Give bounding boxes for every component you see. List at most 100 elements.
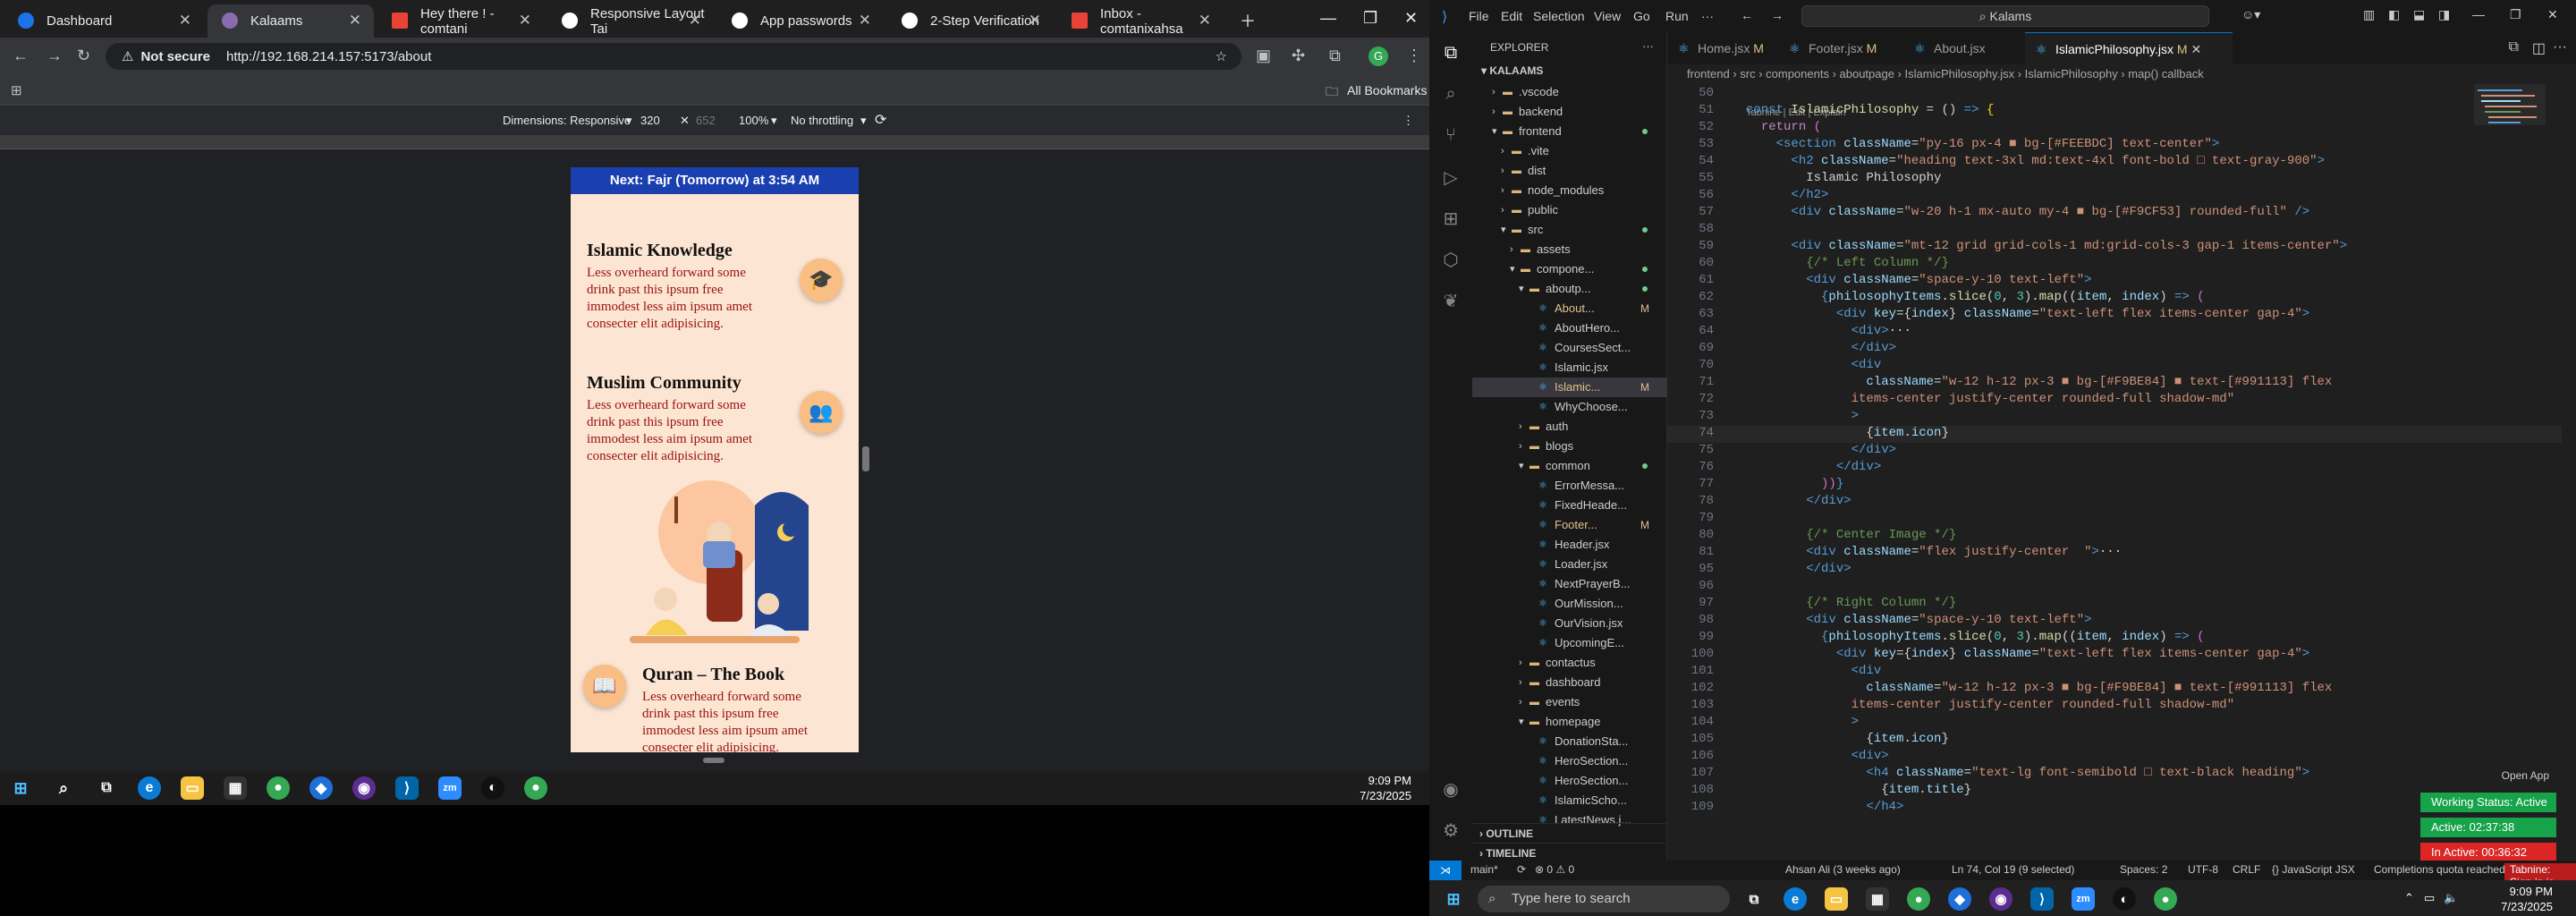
panel-toggle-icon[interactable]: ⬓ xyxy=(2413,7,2425,22)
minimap[interactable] xyxy=(2474,84,2546,442)
not-secure-label[interactable]: Not secure xyxy=(140,49,210,64)
nav-forward-icon[interactable]: → xyxy=(1771,8,1784,22)
store-icon[interactable]: ▦ xyxy=(1866,887,1889,911)
tree-folder[interactable]: › ▬ .vscode xyxy=(1472,82,1667,102)
sidebar-toggle-icon[interactable]: ◧ xyxy=(2388,7,2400,22)
code-line[interactable]: <div>··· xyxy=(1746,324,1911,338)
tree-file[interactable]: ⚛ ErrorMessa... xyxy=(1472,476,1667,496)
tree-folder[interactable]: › ▬ .vite xyxy=(1472,141,1667,161)
tree-folder[interactable]: › ▬ node_modules xyxy=(1472,181,1667,200)
editor-tab-footer[interactable]: ⚛ Footer.jsx M xyxy=(1778,32,1903,64)
git-blame[interactable]: Ahsan Ali (3 weeks ago) xyxy=(1785,863,1901,876)
close-icon[interactable]: ✕ xyxy=(1199,12,1211,30)
close-icon[interactable]: ✕ xyxy=(859,12,871,30)
zoom-select[interactable]: 100% xyxy=(739,114,768,127)
source-control-icon[interactable]: ⑂ xyxy=(1440,125,1462,147)
profile-avatar-icon[interactable]: G xyxy=(1368,47,1388,66)
chrome-icon[interactable]: ● xyxy=(267,776,290,800)
new-tab-icon[interactable]: ＋ xyxy=(1240,9,1256,32)
tab-2-step[interactable]: 2-Step Verification ✕ xyxy=(887,4,1054,38)
menu-run[interactable]: Run xyxy=(1665,9,1689,23)
tree-folder[interactable]: › ▬ auth xyxy=(1472,417,1667,437)
copilot-quota[interactable]: Completions quota reached xyxy=(2374,863,2505,876)
code-line[interactable]: <div className="w-20 h-1 mx-auto my-4 ■ … xyxy=(1746,205,2309,219)
resize-handle-right[interactable] xyxy=(862,446,869,471)
code-line[interactable]: className="w-12 h-12 px-3 ■ bg-[#F9BE84]… xyxy=(1746,681,2332,695)
tab-inbox[interactable]: Inbox - comtanixahsa ✕ xyxy=(1057,4,1224,38)
tree-folder[interactable]: › ▬ contactus xyxy=(1472,653,1667,673)
code-line[interactable]: {item.icon} xyxy=(1746,426,1948,440)
tray-chevron-icon[interactable]: ⌃ xyxy=(2404,891,2414,905)
tree-folder[interactable]: › ▬ dashboard xyxy=(1472,673,1667,692)
width-input[interactable]: 320 xyxy=(640,114,660,127)
code-line[interactable]: return ( xyxy=(1746,120,1821,134)
chrome-icon[interactable]: ● xyxy=(1907,887,1930,911)
all-bookmarks-folder-icon[interactable]: 🗀 xyxy=(1326,82,1338,104)
tree-folder[interactable]: ▾ ▬ common xyxy=(1472,456,1667,476)
tree-file[interactable]: ⚛ DonationSta... xyxy=(1472,732,1667,751)
secondary-sidebar-icon[interactable]: ◨ xyxy=(2438,7,2450,22)
code-line[interactable]: </h4> xyxy=(1746,800,1903,814)
tree-folder[interactable]: ▾ ▬ homepage xyxy=(1472,712,1667,732)
sync-icon[interactable]: ⟳ xyxy=(1517,863,1526,876)
close-icon[interactable]: ✕ xyxy=(349,12,361,30)
tree-folder[interactable]: › ▬ assets xyxy=(1472,240,1667,259)
editor-tab-islamic-philosophy[interactable]: ⚛ IslamicPhilosophy.jsx M ✕ xyxy=(2025,32,2233,64)
cursor-position[interactable]: Ln 74, Col 19 (9 selected) xyxy=(1952,863,2074,876)
app-icon[interactable]: ◆ xyxy=(1948,887,1971,911)
more-options-icon[interactable]: ⋮ xyxy=(1402,114,1414,128)
vscode-icon[interactable]: ⟩ xyxy=(395,776,419,800)
indentation[interactable]: Spaces: 2 xyxy=(2120,863,2167,876)
resize-handle-bottom[interactable] xyxy=(703,758,724,763)
tree-file[interactable]: ⚛ UpcomingE... xyxy=(1472,633,1667,653)
tree-file[interactable]: ⚛ FixedHeade... xyxy=(1472,496,1667,515)
copilot-icon[interactable]: ☺▾ xyxy=(2241,7,2260,22)
tree-folder[interactable]: › ▬ blogs xyxy=(1472,437,1667,456)
layout-icon[interactable]: ▥ xyxy=(2363,7,2375,22)
close-icon[interactable]: ✕ xyxy=(1029,12,1041,30)
vscode-icon[interactable]: ⟩ xyxy=(2030,887,2054,911)
tree-file[interactable]: ⚛ Loader.jsx xyxy=(1472,555,1667,574)
code-line[interactable]: {item.title} xyxy=(1746,783,1971,797)
menu-more[interactable]: ··· xyxy=(1701,9,1714,23)
file-explorer-icon[interactable]: ▭ xyxy=(181,776,204,800)
code-line[interactable]: </h2> xyxy=(1746,188,1828,202)
root-folder[interactable]: ▾ KALAAMS xyxy=(1481,64,1543,77)
menu-view[interactable]: View xyxy=(1594,9,1621,23)
edge-icon[interactable]: e xyxy=(138,776,161,800)
menu-go[interactable]: Go xyxy=(1633,9,1650,23)
code-line[interactable]: </div> xyxy=(1746,341,1896,355)
minimize-icon[interactable]: — xyxy=(2472,7,2485,21)
code-line[interactable]: {philosophyItems.slice(0, 3).map((item, … xyxy=(1746,630,2205,644)
restore-icon[interactable]: ❐ xyxy=(2510,7,2521,22)
tree-folder[interactable]: ▾ ▬ frontend xyxy=(1472,122,1667,141)
code-line[interactable]: <div className="flex justify-center ">··… xyxy=(1746,545,2122,559)
tree-file[interactable]: ⚛ CoursesSect... xyxy=(1472,338,1667,358)
clock[interactable]: 9:09 PM 7/23/2025 xyxy=(1360,773,1411,803)
encoding[interactable]: UTF-8 xyxy=(2188,863,2218,876)
forward-icon[interactable]: → xyxy=(47,47,63,65)
tree-file[interactable]: ⚛ HeroSection... xyxy=(1472,751,1667,771)
explorer-icon[interactable]: ⧉ xyxy=(1440,43,1462,64)
line-ending[interactable]: CRLF xyxy=(2233,863,2260,876)
problems-indicator[interactable]: ⊗ 0 ⚠ 0 xyxy=(1535,863,1574,876)
account-icon[interactable]: ◉ xyxy=(1440,778,1462,800)
code-line[interactable]: {item.icon} xyxy=(1746,732,1948,746)
git-branch[interactable]: main* xyxy=(1470,863,1498,876)
code-line[interactable]: </div> xyxy=(1746,460,1881,474)
tab-app-passwords[interactable]: App passwords ✕ xyxy=(717,4,884,38)
tree-folder[interactable]: › ▬ backend xyxy=(1472,102,1667,122)
url-text[interactable]: http://192.168.214.157:5173/about xyxy=(226,49,431,64)
tree-file[interactable]: ⚛ AboutHero... xyxy=(1472,318,1667,338)
command-center[interactable]: ⌕ Kalams xyxy=(1801,5,2209,27)
minimize-icon[interactable]: — xyxy=(1320,9,1336,28)
tree-file[interactable]: ⚛ About... M xyxy=(1472,299,1667,318)
code-line[interactable]: <h2 className="heading text-3xl md:text-… xyxy=(1746,154,2325,168)
code-line[interactable]: > xyxy=(1746,715,1859,729)
tree-file[interactable]: ⚛ Footer... M xyxy=(1472,515,1667,535)
timeline-section[interactable]: › TIMELINE xyxy=(1472,843,1667,862)
code-line[interactable]: className="w-12 h-12 px-3 ■ bg-[#F9BE84]… xyxy=(1746,375,2332,389)
outline-section[interactable]: › OUTLINE xyxy=(1472,823,1667,843)
code-line[interactable]: {/* Center Image */} xyxy=(1746,528,1956,542)
code-line[interactable]: </div> xyxy=(1746,494,1851,508)
